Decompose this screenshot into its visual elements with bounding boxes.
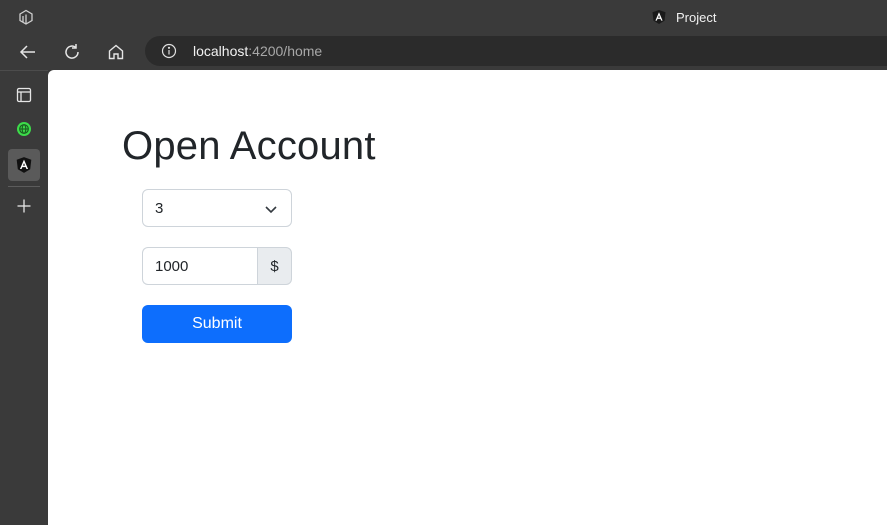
account-type-select[interactable]: 3 [142,189,292,227]
page-content: Open Account 3 1000 $ Submit [48,70,887,525]
amount-value: 1000 [155,258,189,275]
url-host: localhost [193,43,249,59]
arrow-left-icon [19,45,35,59]
tab-panel-icon [16,87,32,103]
home-button[interactable] [104,40,128,64]
currency-addon: $ [257,247,292,285]
refresh-icon [65,44,79,59]
new-tab-button[interactable] [8,190,40,222]
address-bar[interactable]: localhost:4200/home [145,36,887,66]
info-icon[interactable] [161,43,177,59]
amount-input[interactable]: 1000 [142,247,258,285]
vpn-button[interactable] [8,113,40,145]
angular-tab-icon [16,157,32,173]
amount-input-group: 1000 $ [142,247,292,285]
back-button[interactable] [16,40,40,64]
url-path: :4200/home [248,43,323,59]
refresh-button[interactable] [60,40,84,64]
submit-button[interactable]: Submit [142,305,292,343]
url-text: localhost:4200/home [193,43,322,59]
workspaces-icon[interactable] [16,7,36,27]
chevron-down-icon [265,206,277,214]
browser-toolbar: localhost:4200/home [0,34,887,70]
page-title: Open Account [122,124,376,168]
select-value: 3 [155,200,164,217]
tab-actions-button[interactable] [8,79,40,111]
active-tab-title[interactable]: Project [651,8,716,26]
angular-icon [652,10,666,24]
home-icon [108,44,124,60]
add-icon [17,199,31,213]
tab-title-text: Project [676,9,717,25]
title-bar: Project [0,0,887,34]
sidebar-divider [8,186,40,187]
vpn-icon [17,122,31,136]
sidebar-top-divider [0,70,48,71]
vertical-tab-sidebar [0,70,48,525]
sidebar-tab-angular[interactable] [8,149,40,181]
